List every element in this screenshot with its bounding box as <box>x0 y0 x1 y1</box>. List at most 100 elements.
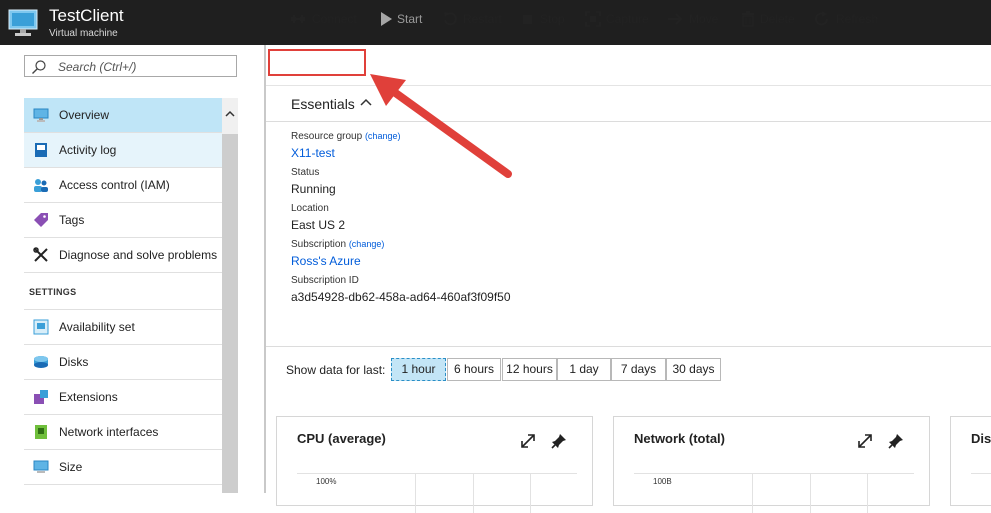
chart-gridline <box>867 473 868 513</box>
play-icon <box>381 12 392 26</box>
resource-menu: Search (Ctrl+/) Overview Activity log Ac… <box>0 45 262 493</box>
nav-menu: Overview Activity log Access control (IA… <box>24 98 238 485</box>
nav-item-overview[interactable]: Overview <box>24 98 238 133</box>
settings-heading: SETTINGS <box>24 273 238 310</box>
pane-divider[interactable] <box>264 45 266 493</box>
pin-icon[interactable] <box>551 433 567 449</box>
chart-gridline <box>530 473 531 513</box>
chart-gridline <box>810 473 811 513</box>
disks-icon <box>34 356 48 368</box>
extensions-icon <box>34 390 48 404</box>
chart-gridline <box>634 473 914 474</box>
nav-item-activity-log[interactable]: Activity log <box>24 133 238 168</box>
network-interfaces-icon <box>35 425 47 439</box>
app-subtitle: Virtual machine <box>49 28 118 39</box>
location-label: Location <box>291 203 329 214</box>
nav-item-label: Availability set <box>59 320 135 334</box>
nav-item-label: Diagnose and solve problems <box>59 248 218 262</box>
size-icon <box>33 460 49 473</box>
time-range-label: Show data for last: <box>286 363 386 377</box>
nav-item-network-interfaces[interactable]: Network interfaces <box>24 415 238 450</box>
arrow-right-icon <box>668 13 683 25</box>
overview-icon <box>33 108 49 122</box>
chart-gridline <box>971 473 991 474</box>
nav-item-label: Size <box>59 460 83 474</box>
chart-gridline <box>473 473 474 513</box>
move-label: Move <box>689 12 719 26</box>
range-7-days[interactable]: 7 days <box>611 358 666 381</box>
refresh-label: Refresh <box>836 12 879 26</box>
settings-heading-label: SETTINGS <box>29 287 77 297</box>
nav-item-disks[interactable]: Disks <box>24 345 238 380</box>
app-title: TestClient <box>49 6 124 25</box>
subscription-id-label: Subscription ID <box>291 275 359 286</box>
wrench-icon <box>33 247 48 262</box>
capture-icon <box>585 11 601 27</box>
chart-gridline <box>297 473 577 474</box>
nav-item-availability-set[interactable]: Availability set <box>24 310 238 345</box>
pin-icon[interactable] <box>888 433 904 449</box>
cpu-tile-title: CPU (average) <box>297 431 386 446</box>
nav-item-label: Network interfaces <box>59 425 159 439</box>
availability-set-icon <box>33 319 49 335</box>
chart-gridline <box>415 473 416 513</box>
chevron-up-icon[interactable] <box>225 109 235 119</box>
connect-icon <box>291 15 305 23</box>
nav-item-label: Access control (IAM) <box>59 178 170 192</box>
nav-item-label: Extensions <box>59 390 118 404</box>
network-y-max-label: 100B <box>653 477 672 486</box>
search-placeholder: Search (Ctrl+/) <box>58 60 137 74</box>
nav-item-extensions[interactable]: Extensions <box>24 380 238 415</box>
range-30-days[interactable]: 30 days <box>666 358 721 381</box>
stop-icon <box>523 15 532 24</box>
expand-icon[interactable] <box>520 433 536 449</box>
capture-label: Capture <box>606 12 649 26</box>
activity-log-icon <box>35 143 47 157</box>
network-tile-title: Network (total) <box>634 431 725 446</box>
disk-tile-title: Dis <box>971 431 991 446</box>
status-label: Status <box>291 167 320 178</box>
range-6-hours[interactable]: 6 hours <box>447 358 501 381</box>
range-1-day[interactable]: 1 day <box>557 358 611 381</box>
expand-icon[interactable] <box>857 433 873 449</box>
virtual-machine-icon <box>8 9 38 36</box>
restart-icon <box>444 12 457 26</box>
nav-item-diagnose[interactable]: Diagnose and solve problems <box>24 238 238 273</box>
cpu-y-max-label: 100% <box>316 477 337 486</box>
location-value: East US 2 <box>291 218 346 232</box>
subscription-link[interactable]: Ross's Azure <box>291 254 361 268</box>
scrollbar-thumb[interactable] <box>222 134 238 493</box>
range-1-hour[interactable]: 1 hour <box>391 358 446 381</box>
iam-icon <box>34 179 48 192</box>
delete-label: Delete <box>760 12 795 26</box>
subscription-change-link[interactable]: (change) <box>349 239 385 249</box>
start-label: Start <box>397 12 423 26</box>
subscription-label-text: Subscription <box>291 239 347 250</box>
essentials-heading[interactable]: Essentials <box>291 96 355 112</box>
chart-gridline <box>752 473 753 513</box>
divider <box>266 346 991 347</box>
restart-label: Restart <box>463 12 502 26</box>
range-12-hours[interactable]: 12 hours <box>502 358 557 381</box>
resource-group-label-text: Resource group <box>291 131 363 142</box>
nav-item-label: Disks <box>59 355 89 369</box>
subscription-label: Subscription (change) <box>291 239 384 250</box>
nav-scrollbar[interactable] <box>222 98 238 493</box>
status-value: Running <box>291 182 336 196</box>
connect-highlight-box <box>268 49 366 76</box>
nav-item-size[interactable]: Size <box>24 450 238 485</box>
nav-item-label: Overview <box>59 108 110 122</box>
nav-item-access-control[interactable]: Access control (IAM) <box>24 168 238 203</box>
connect-label: Connect <box>312 12 357 26</box>
stop-label: Stop <box>540 12 565 26</box>
tag-icon <box>34 213 48 227</box>
nav-item-label: Tags <box>59 213 85 227</box>
search-input[interactable]: Search (Ctrl+/) <box>24 55 237 77</box>
refresh-icon <box>815 11 828 26</box>
resource-group-link[interactable]: X11-test <box>291 146 335 160</box>
annotation-arrow <box>370 74 512 178</box>
subscription-id-value: a3d54928-db62-458a-ad64-460af3f09f50 <box>291 290 511 304</box>
nav-item-label: Activity log <box>59 143 117 157</box>
nav-item-tags[interactable]: Tags <box>24 203 238 238</box>
trash-icon <box>742 11 754 27</box>
